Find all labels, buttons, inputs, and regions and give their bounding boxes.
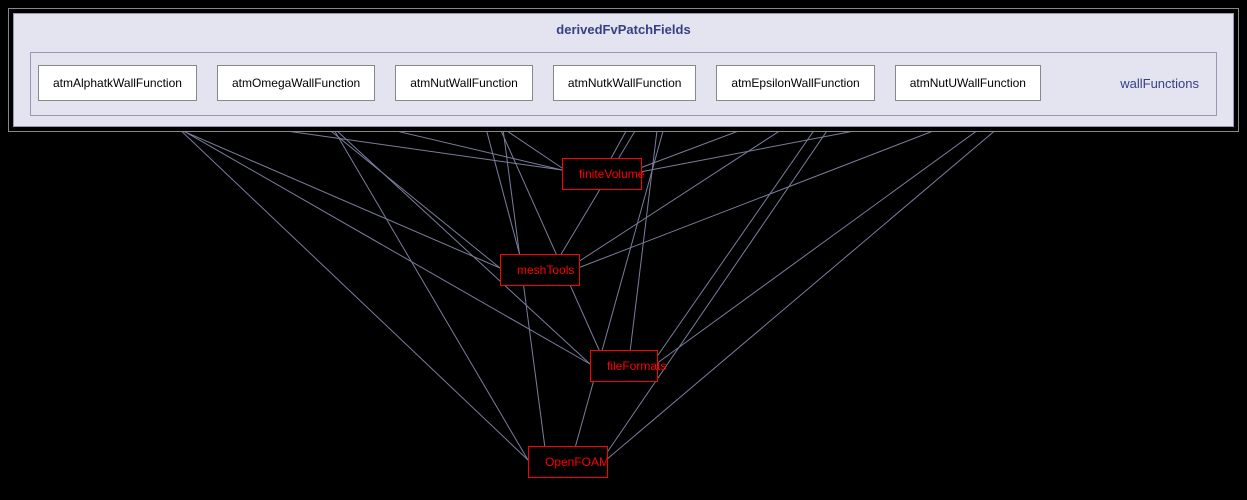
module-atmnut[interactable]: atmNutWallFunction — [395, 65, 533, 101]
module-atmnutu[interactable]: atmNutUWallFunction — [895, 65, 1041, 101]
dependency-fileformats[interactable]: fileFormats — [590, 350, 658, 382]
wall-functions-row: atmAlphatkWallFunction atmOmegaWallFunct… — [38, 60, 1209, 106]
wall-functions-label[interactable]: wallFunctions — [1120, 76, 1209, 91]
module-atmomega[interactable]: atmOmegaWallFunction — [217, 65, 375, 101]
dependency-meshtools[interactable]: meshTools — [500, 254, 580, 286]
dependency-openfoam[interactable]: OpenFOAM — [528, 446, 608, 478]
group-title[interactable]: derivedFvPatchFields — [14, 14, 1233, 45]
module-atmnutk[interactable]: atmNutkWallFunction — [553, 65, 697, 101]
module-atmalphatk[interactable]: atmAlphatkWallFunction — [38, 65, 197, 101]
module-atmepsilon[interactable]: atmEpsilonWallFunction — [716, 65, 874, 101]
dependency-finitevolume[interactable]: finiteVolume — [562, 158, 642, 190]
derived-patch-fields-group: derivedFvPatchFields atmAlphatkWallFunct… — [13, 13, 1234, 127]
outer-frame: derivedFvPatchFields atmAlphatkWallFunct… — [8, 8, 1239, 132]
